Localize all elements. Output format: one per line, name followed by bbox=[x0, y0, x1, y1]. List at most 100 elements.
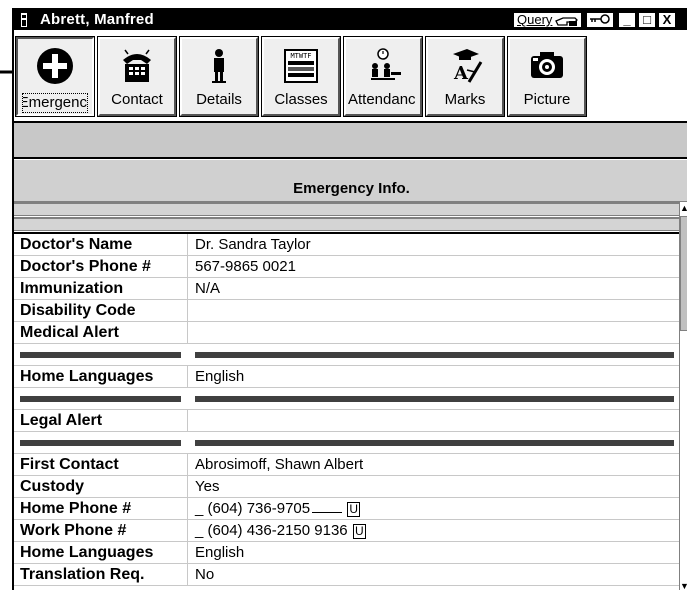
translation-req-label: Translation Req. bbox=[14, 564, 188, 586]
separator-bar bbox=[20, 396, 181, 402]
toolbar-spacer bbox=[14, 123, 687, 159]
doctor-phone-label: Doctor's Phone # bbox=[14, 256, 188, 278]
legal-alert-field[interactable] bbox=[189, 410, 679, 432]
work-phone-prefix: _ bbox=[195, 522, 204, 539]
disability-code-field[interactable] bbox=[189, 300, 679, 322]
custody-field[interactable]: Yes bbox=[189, 476, 679, 498]
home-phone-extension-blank bbox=[312, 501, 343, 513]
table-row: Doctor's Phone # 567-9865 0021 bbox=[14, 256, 679, 278]
contact-button[interactable]: Contact bbox=[97, 36, 177, 117]
home-languages-field[interactable]: English bbox=[189, 542, 679, 564]
picture-label: Picture bbox=[523, 91, 571, 108]
home-phone-number: (604) 736-9705 bbox=[207, 500, 311, 517]
camera-icon bbox=[531, 52, 563, 78]
maximize-button[interactable]: □ bbox=[638, 12, 656, 28]
emergency-button[interactable]: Emergenc bbox=[15, 36, 95, 117]
emergency-info-grid: Doctor's Name Dr. Sandra Taylor Doctor's… bbox=[14, 232, 679, 586]
custody-label: Custody bbox=[14, 476, 188, 498]
doctor-name-field[interactable]: Dr. Sandra Taylor bbox=[189, 234, 679, 256]
marks-label: Marks bbox=[444, 91, 486, 108]
minimize-button[interactable]: _ bbox=[618, 12, 636, 28]
graduation-marks-icon: A bbox=[453, 49, 483, 84]
table-row: Home Languages English bbox=[14, 542, 679, 564]
svg-text:MTWTF: MTWTF bbox=[290, 52, 311, 60]
table-row: Home Phone # _ (604) 736-9705 U bbox=[14, 498, 679, 520]
close-button[interactable]: X bbox=[658, 12, 676, 28]
picture-button[interactable]: Picture bbox=[507, 36, 587, 117]
details-label: Details bbox=[196, 91, 242, 108]
separator-bar bbox=[195, 352, 674, 358]
separator-row bbox=[14, 432, 679, 454]
svg-text:A: A bbox=[453, 63, 469, 84]
security-key-button[interactable] bbox=[586, 12, 614, 28]
work-phone-number: (604) 436-2150 9136 bbox=[207, 522, 348, 539]
vertical-scrollbar[interactable]: ▲ ▼ bbox=[679, 202, 687, 590]
classes-label: Classes bbox=[274, 91, 328, 108]
home-languages-label: Home Languages bbox=[14, 542, 188, 564]
header-band bbox=[14, 217, 679, 231]
first-contact-label: First Contact bbox=[14, 454, 188, 476]
first-contact-field[interactable]: Abrosimoff, Shawn Albert bbox=[189, 454, 679, 476]
work-phone-unlisted-checkbox[interactable]: U bbox=[352, 523, 366, 539]
table-row: Legal Alert bbox=[14, 410, 679, 432]
disability-code-label: Disability Code bbox=[14, 300, 188, 322]
attendance-label: Attendanc bbox=[348, 91, 416, 108]
query-hand-icon bbox=[555, 17, 578, 26]
separator-bar bbox=[20, 440, 181, 446]
table-row: First Contact Abrosimoff, Shawn Albert bbox=[14, 454, 679, 476]
table-row: Work Phone # _ (604) 436-2150 9136 U bbox=[14, 520, 679, 542]
title-bar: Abrett, Manfred Query _ □ X bbox=[14, 10, 687, 30]
details-button[interactable]: Details bbox=[179, 36, 259, 117]
immunization-field[interactable]: N/A bbox=[189, 278, 679, 300]
attendance-button[interactable]: Attendanc bbox=[343, 36, 423, 117]
table-row: Disability Code bbox=[14, 300, 679, 322]
separator-bar bbox=[195, 396, 674, 402]
student-window: Abrett, Manfred Query _ □ X Emergenc Con… bbox=[12, 8, 687, 590]
home-phone-label: Home Phone # bbox=[14, 498, 188, 520]
medical-alert-label: Medical Alert bbox=[14, 322, 188, 344]
emergency-label: Emergenc bbox=[22, 93, 88, 113]
separator-row bbox=[14, 344, 679, 366]
separator-bar bbox=[195, 440, 674, 446]
query-label: Query bbox=[517, 12, 553, 27]
translation-req-field[interactable]: No bbox=[189, 564, 679, 586]
table-row: Translation Req. No bbox=[14, 564, 679, 586]
section-header: Emergency Info. bbox=[14, 160, 687, 202]
home-languages-field[interactable]: English bbox=[189, 366, 679, 388]
scroll-down-arrow-icon[interactable]: ▼ bbox=[680, 580, 687, 590]
scroll-thumb[interactable] bbox=[680, 216, 687, 331]
telephone-icon bbox=[123, 49, 151, 82]
home-phone-unlisted-checkbox[interactable]: U bbox=[347, 501, 361, 517]
key-icon bbox=[590, 14, 610, 24]
module-toolbar: Emergenc Contact Details MTWTF Classes A… bbox=[14, 30, 687, 123]
scroll-up-arrow-icon[interactable]: ▲ bbox=[680, 202, 687, 214]
legal-alert-label: Legal Alert bbox=[14, 410, 188, 432]
home-phone-field[interactable]: _ (604) 736-9705 U bbox=[189, 498, 679, 520]
plus-circle-icon bbox=[37, 48, 73, 84]
work-phone-label: Work Phone # bbox=[14, 520, 188, 542]
query-button[interactable]: Query bbox=[513, 12, 582, 28]
schedule-grid-icon: MTWTF bbox=[284, 49, 318, 83]
window-title: Abrett, Manfred bbox=[40, 11, 154, 28]
table-row: Immunization N/A bbox=[14, 278, 679, 300]
doctor-phone-field[interactable]: 567-9865 0021 bbox=[189, 256, 679, 278]
system-menu-icon[interactable] bbox=[17, 13, 31, 27]
section-title: Emergency Info. bbox=[293, 180, 410, 197]
student-figure-icon bbox=[212, 49, 226, 83]
contact-label: Contact bbox=[111, 91, 163, 108]
marks-button[interactable]: A Marks bbox=[425, 36, 505, 117]
doctor-name-label: Doctor's Name bbox=[14, 234, 188, 256]
home-languages-label: Home Languages bbox=[14, 366, 188, 388]
attendance-clock-icon bbox=[371, 48, 401, 80]
medical-alert-field[interactable] bbox=[189, 322, 679, 344]
separator-row bbox=[14, 388, 679, 410]
header-band bbox=[14, 202, 679, 216]
table-row: Doctor's Name Dr. Sandra Taylor bbox=[14, 234, 679, 256]
classes-button[interactable]: MTWTF Classes bbox=[261, 36, 341, 117]
home-phone-prefix: _ bbox=[195, 500, 204, 517]
work-phone-field[interactable]: _ (604) 436-2150 9136 U bbox=[189, 520, 679, 542]
table-row: Home Languages English bbox=[14, 366, 679, 388]
separator-bar bbox=[20, 352, 181, 358]
immunization-label: Immunization bbox=[14, 278, 188, 300]
table-row: Medical Alert bbox=[14, 322, 679, 344]
